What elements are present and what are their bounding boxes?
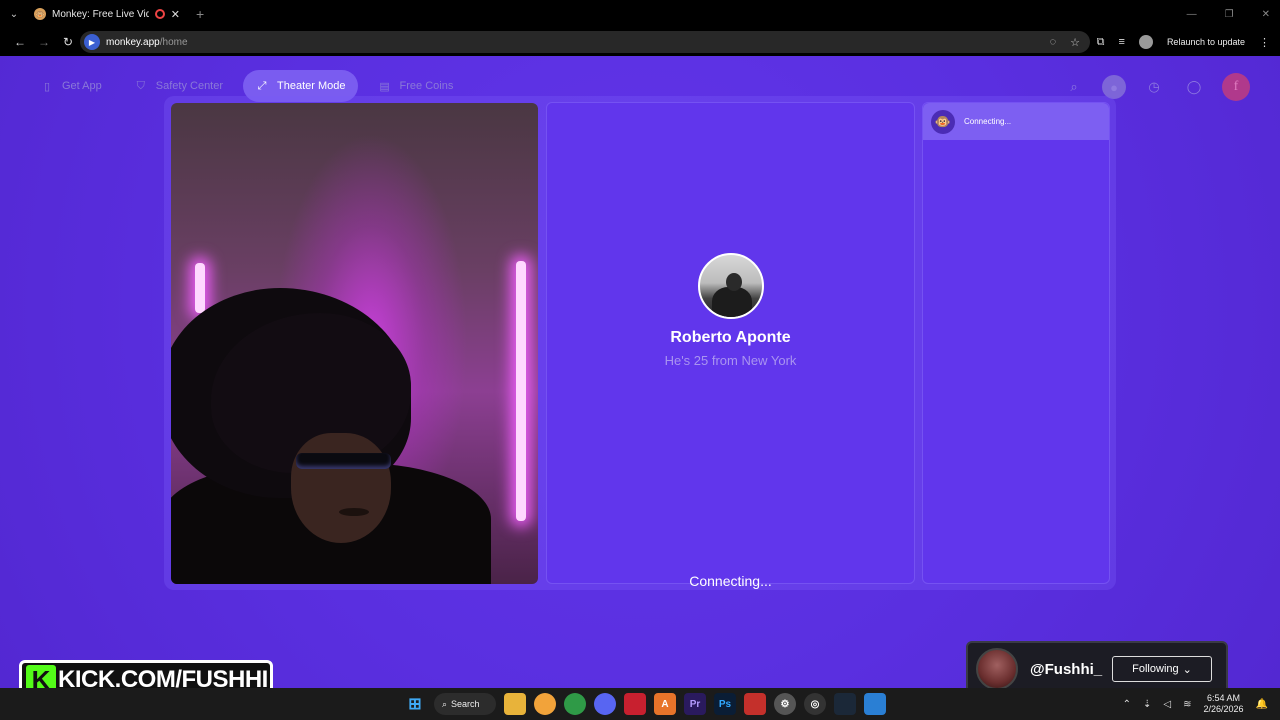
video-app-icon[interactable] bbox=[744, 693, 766, 715]
reload-button[interactable]: ↻ bbox=[56, 30, 80, 54]
window-controls: — ❐ ✕ bbox=[1187, 0, 1270, 28]
facebook-icon[interactable]: f bbox=[1222, 73, 1250, 101]
file-explorer-icon[interactable] bbox=[504, 693, 526, 715]
shield-icon: ⛉ bbox=[136, 79, 145, 92]
chrome-icon[interactable] bbox=[564, 693, 586, 715]
free-coins-label: Free Coins bbox=[399, 80, 454, 92]
browser-toolbar: ← → ↻ ▶ monkey.app/home ◌ ☆ ⧉ ≡ Relaunch… bbox=[0, 28, 1280, 56]
monkey-favicon-icon: 🐵 bbox=[34, 8, 46, 20]
chevron-down-icon: ⌄ bbox=[1182, 663, 1192, 676]
phone-icon: ▯ bbox=[43, 80, 51, 93]
obs-icon[interactable]: ◎ bbox=[804, 693, 826, 715]
photoshop-icon[interactable]: Ps bbox=[714, 693, 736, 715]
partner-avatar bbox=[698, 253, 764, 319]
address-bar[interactable]: ▶ monkey.app/home ◌ ☆ bbox=[80, 31, 1090, 53]
settings-icon[interactable]: ⚙ bbox=[774, 693, 796, 715]
bookmark-star-icon[interactable]: ☆ bbox=[1070, 36, 1080, 49]
connection-status: Connecting... bbox=[689, 573, 772, 589]
avatar-figure-body bbox=[712, 287, 752, 317]
premiere-pro-icon[interactable]: Pr bbox=[684, 693, 706, 715]
expand-icon: ⤢ bbox=[257, 79, 267, 92]
neon-light-right bbox=[516, 261, 526, 521]
blue-app-icon[interactable] bbox=[864, 693, 886, 715]
volume-icon[interactable]: ◁ bbox=[1163, 699, 1171, 710]
forward-button[interactable]: → bbox=[32, 30, 56, 54]
get-app-button[interactable]: ▯ Get App bbox=[28, 70, 114, 102]
partner-video-panel: Roberto Aponte He's 25 from New York Con… bbox=[546, 102, 915, 589]
person-face bbox=[291, 433, 391, 543]
windows-start-icon[interactable]: ⊞ bbox=[404, 693, 426, 715]
neon-light-left bbox=[195, 263, 205, 313]
taskbar-search[interactable]: ⌕ Search bbox=[434, 693, 496, 715]
media-control-icon[interactable]: ≡ bbox=[1119, 36, 1125, 48]
self-camera-feed bbox=[171, 103, 538, 584]
following-label: Following bbox=[1132, 663, 1179, 675]
chat-bubble-icon[interactable]: ◯ bbox=[1182, 75, 1206, 99]
get-app-label: Get App bbox=[62, 80, 102, 92]
streamer-handle: @Fushhi_ bbox=[1030, 660, 1103, 678]
site-info-icon[interactable]: ▶ bbox=[84, 34, 100, 50]
close-window-icon[interactable]: ✕ bbox=[1262, 9, 1270, 20]
tray-chevron-icon[interactable]: ⌃ bbox=[1123, 699, 1131, 710]
windows-taskbar: ⊞ ⌕ Search A Pr Ps ⚙ ◎ ⌃ ⇣ ◁ ≋ 6:54 AM 2… bbox=[0, 688, 1280, 720]
orange-app-icon[interactable]: A bbox=[654, 693, 676, 715]
clock-time: 6:54 AM bbox=[1207, 693, 1241, 703]
search-icon: ⌕ bbox=[442, 698, 448, 709]
coins-icon: ▤ bbox=[379, 80, 390, 93]
discord-icon[interactable] bbox=[594, 693, 616, 715]
browser-tab[interactable]: 🐵 Monkey: Free Live Video Ch ✕ bbox=[28, 0, 186, 28]
url-path: /home bbox=[159, 36, 188, 48]
close-tab-icon[interactable]: ✕ bbox=[171, 8, 180, 21]
more-menu-icon[interactable]: ⋮ bbox=[1259, 36, 1270, 49]
notification-bell-icon[interactable]: 🔔 bbox=[1256, 699, 1268, 710]
profile-avatar[interactable] bbox=[1138, 35, 1153, 49]
back-button[interactable]: ← bbox=[8, 30, 32, 54]
red-app-icon[interactable] bbox=[624, 693, 646, 715]
wifi-icon[interactable]: ≋ bbox=[1183, 699, 1191, 710]
monkey-icon: 🐵 bbox=[931, 109, 955, 134]
history-icon[interactable]: ◷ bbox=[1142, 75, 1166, 99]
recording-icon bbox=[154, 9, 165, 19]
taskbar-apps: ⊞ ⌕ Search A Pr Ps ⚙ ◎ bbox=[404, 692, 886, 716]
network-icon[interactable]: ⇣ bbox=[1143, 699, 1151, 710]
steam-icon[interactable] bbox=[834, 693, 856, 715]
app-icon[interactable] bbox=[534, 693, 556, 715]
chat-header: 🐵 Connecting... bbox=[923, 103, 1109, 140]
url-host: monkey.app bbox=[106, 36, 160, 48]
browser-tab-bar: ⌄ 🐵 Monkey: Free Live Video Ch ✕ + — ❐ ✕ bbox=[0, 0, 1280, 28]
eye-off-icon[interactable]: ◌ bbox=[1050, 36, 1057, 48]
tab-title: Monkey: Free Live Video Ch bbox=[52, 8, 149, 20]
avatar-figure-head bbox=[726, 273, 742, 291]
following-button[interactable]: Following ⌄ bbox=[1112, 656, 1212, 682]
extensions-icon[interactable]: ⧉ bbox=[1097, 36, 1105, 49]
system-tray: ⌃ ⇣ ◁ ≋ 6:54 AM 2/26/2026 🔔 bbox=[1123, 688, 1268, 720]
person-sunglasses bbox=[296, 453, 391, 469]
safety-center-label: Safety Center bbox=[155, 80, 224, 92]
clock[interactable]: 6:54 AM 2/26/2026 bbox=[1204, 693, 1244, 715]
chat-status: Connecting... bbox=[964, 117, 1012, 126]
streamer-avatar bbox=[976, 648, 1018, 690]
tab-list-chevron-icon[interactable]: ⌄ bbox=[0, 0, 28, 28]
new-tab-button[interactable]: + bbox=[196, 6, 204, 22]
relaunch-button[interactable]: Relaunch to update bbox=[1167, 37, 1245, 47]
clock-date: 2/26/2026 bbox=[1203, 704, 1244, 714]
theater-mode-label: Theater Mode bbox=[277, 80, 346, 92]
person-mustache bbox=[339, 508, 369, 516]
partner-name: Roberto Aponte bbox=[670, 329, 791, 346]
maximize-icon[interactable]: ❐ bbox=[1225, 9, 1234, 20]
chat-panel: 🐵 Connecting... bbox=[922, 102, 1110, 584]
partner-subtitle: He's 25 from New York bbox=[664, 353, 797, 368]
taskbar-search-label: Search bbox=[451, 699, 480, 709]
minimize-icon[interactable]: — bbox=[1187, 9, 1197, 20]
